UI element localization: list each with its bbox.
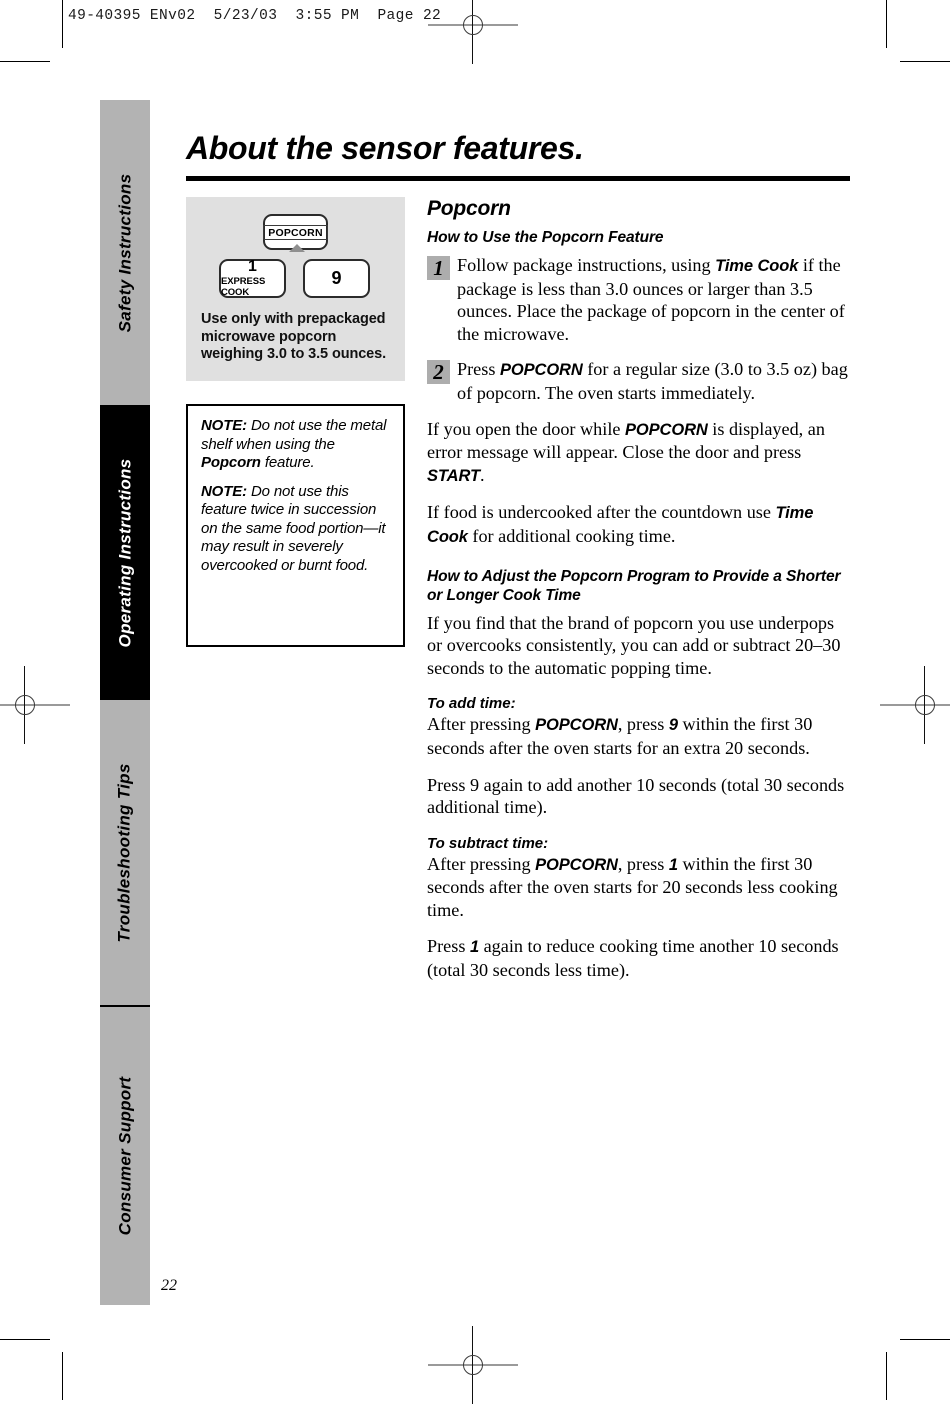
keyword-start: START — [427, 466, 480, 485]
crop-mark-top-left-horizontal — [0, 61, 50, 62]
paragraph-subtract-time-again: Press 1 again to reduce cooking time ano… — [427, 935, 852, 981]
sub-again-text-a: Press — [427, 936, 470, 957]
keyword-popcorn: POPCORN — [535, 855, 618, 874]
express-cook-sublabel: EXPRESS COOK — [221, 276, 266, 298]
note-box: NOTE: Do not use the metal shelf when us… — [186, 404, 405, 647]
note-second: NOTE: Do not use this feature twice in s… — [201, 483, 391, 576]
step-2-text: Press POPCORN for a regular size (3.0 to… — [457, 358, 852, 404]
sidebar-tab-label: Consumer Support — [115, 1076, 134, 1236]
note-keyword: Popcorn — [201, 454, 261, 471]
step-1-text-a: Follow package instructions, using — [457, 255, 716, 275]
express-cook-number: 1 — [248, 258, 257, 275]
subheading-how-to-use: How to Use the Popcorn Feature — [427, 229, 664, 246]
sidebar-tab-operating-instructions[interactable]: Operating Instructions — [100, 405, 150, 700]
registration-mark-top — [428, 0, 518, 64]
paragraph-brand-adjust: If you find that the brand of popcorn yo… — [427, 612, 841, 678]
keyword-time-cook: Time Cook — [715, 257, 799, 275]
keyword-nine: 9 — [668, 716, 678, 735]
sidebar-tab-troubleshooting-tips[interactable]: Troubleshooting Tips — [100, 700, 150, 1005]
crop-mark-bottom-right-vertical — [886, 1352, 887, 1400]
crop-mark-bottom-left-horizontal — [0, 1339, 50, 1340]
number-nine-button-graphic: 9 — [303, 259, 370, 298]
note-text-end: feature. — [260, 454, 315, 471]
add-text-a: After pressing — [427, 714, 536, 735]
keyword-one: 1 — [469, 938, 480, 957]
popcorn-pointer-triangle-icon — [289, 244, 305, 252]
paragraph-add-time: After pressing POPCORN, press 9 within t… — [427, 713, 852, 759]
print-slug: 49-40395 ENv02 5/23/03 3:55 PM Page 22 — [68, 8, 442, 24]
instruction-step-2: 2 Press POPCORN for a regular size (3.0 … — [427, 358, 852, 404]
registration-mark-right — [880, 666, 950, 744]
subheading-how-to-adjust: How to Adjust the Popcorn Program to Pro… — [427, 567, 841, 604]
sidebar-tab-label: Safety Instructions — [115, 173, 135, 332]
express-cook-button-graphic: 1 EXPRESS COOK — [219, 259, 286, 298]
step-2-text-a: Press — [457, 359, 500, 380]
note-label: NOTE: — [201, 482, 247, 500]
popcorn-button-label: POPCORN — [263, 224, 328, 240]
instruction-step-1: 1 Follow package instructions, using Tim… — [427, 254, 852, 345]
sub-text-a: After pressing — [427, 853, 536, 874]
label-to-subtract-time: To subtract time: — [427, 834, 549, 852]
paragraph-subtract-time: After pressing POPCORN, press 1 within t… — [427, 853, 852, 922]
section-heading-popcorn: Popcorn — [427, 197, 511, 220]
paragraph-undercooked: If food is undercooked after the countdo… — [427, 501, 852, 548]
page-title: About the sensor features. — [186, 130, 584, 166]
registration-mark-bottom — [428, 1326, 518, 1404]
keyword-popcorn: POPCORN — [625, 420, 708, 439]
sub-text-b: , press — [617, 853, 669, 874]
crop-mark-top-right-vertical — [886, 0, 887, 48]
keyword-one: 1 — [668, 855, 678, 874]
note-first: NOTE: Do not use the metal shelf when us… — [201, 417, 391, 473]
paragraph-add-time-again: Press 9 again to add another 10 seconds … — [427, 774, 845, 818]
step-1-text: Follow package instructions, using Time … — [457, 254, 852, 345]
control-panel-illustration: POPCORN 1 EXPRESS COOK 9 Use only with p… — [186, 197, 405, 381]
note-label: NOTE: — [201, 417, 247, 434]
add-text-b: , press — [617, 714, 669, 735]
keyword-popcorn: POPCORN — [535, 716, 618, 735]
step-number-badge: 2 — [427, 360, 450, 385]
sub-again-text-b: again to reduce cooking time another 10 … — [427, 936, 839, 981]
undercooked-text-b: for additional cooking time. — [467, 525, 676, 546]
sidebar-tab-label: Troubleshooting Tips — [115, 762, 134, 943]
door-text-a: If you open the door while — [427, 418, 625, 439]
crop-mark-top-right-horizontal — [900, 61, 950, 62]
registration-mark-left — [0, 666, 70, 744]
step-number-badge: 1 — [427, 256, 450, 280]
door-text-c: . — [479, 464, 485, 485]
crop-mark-top-left-vertical — [62, 0, 63, 48]
undercooked-text-a: If food is undercooked after the countdo… — [427, 502, 776, 523]
crop-mark-bottom-left-vertical — [62, 1352, 63, 1400]
main-content-column: Popcorn How to Use the Popcorn Feature 1… — [427, 197, 852, 996]
crop-mark-bottom-right-horizontal — [900, 1339, 950, 1340]
title-rule — [186, 176, 850, 181]
number-nine-label: 9 — [331, 268, 342, 288]
label-to-add-time: To add time: — [427, 695, 516, 713]
sidebar-tabs: Safety Instructions Operating Instructio… — [100, 100, 150, 1305]
sidebar-tab-consumer-support[interactable]: Consumer Support — [100, 1007, 150, 1305]
paragraph-door-open: If you open the door while POPCORN is di… — [427, 418, 852, 488]
page-number: 22 — [161, 1277, 177, 1294]
sidebar-tab-safety-instructions[interactable]: Safety Instructions — [100, 100, 150, 405]
illustration-caption: Use only with prepackaged microwave popc… — [201, 311, 387, 362]
sidebar-tab-label: Operating Instructions — [115, 458, 134, 647]
keyword-popcorn: POPCORN — [499, 361, 583, 380]
